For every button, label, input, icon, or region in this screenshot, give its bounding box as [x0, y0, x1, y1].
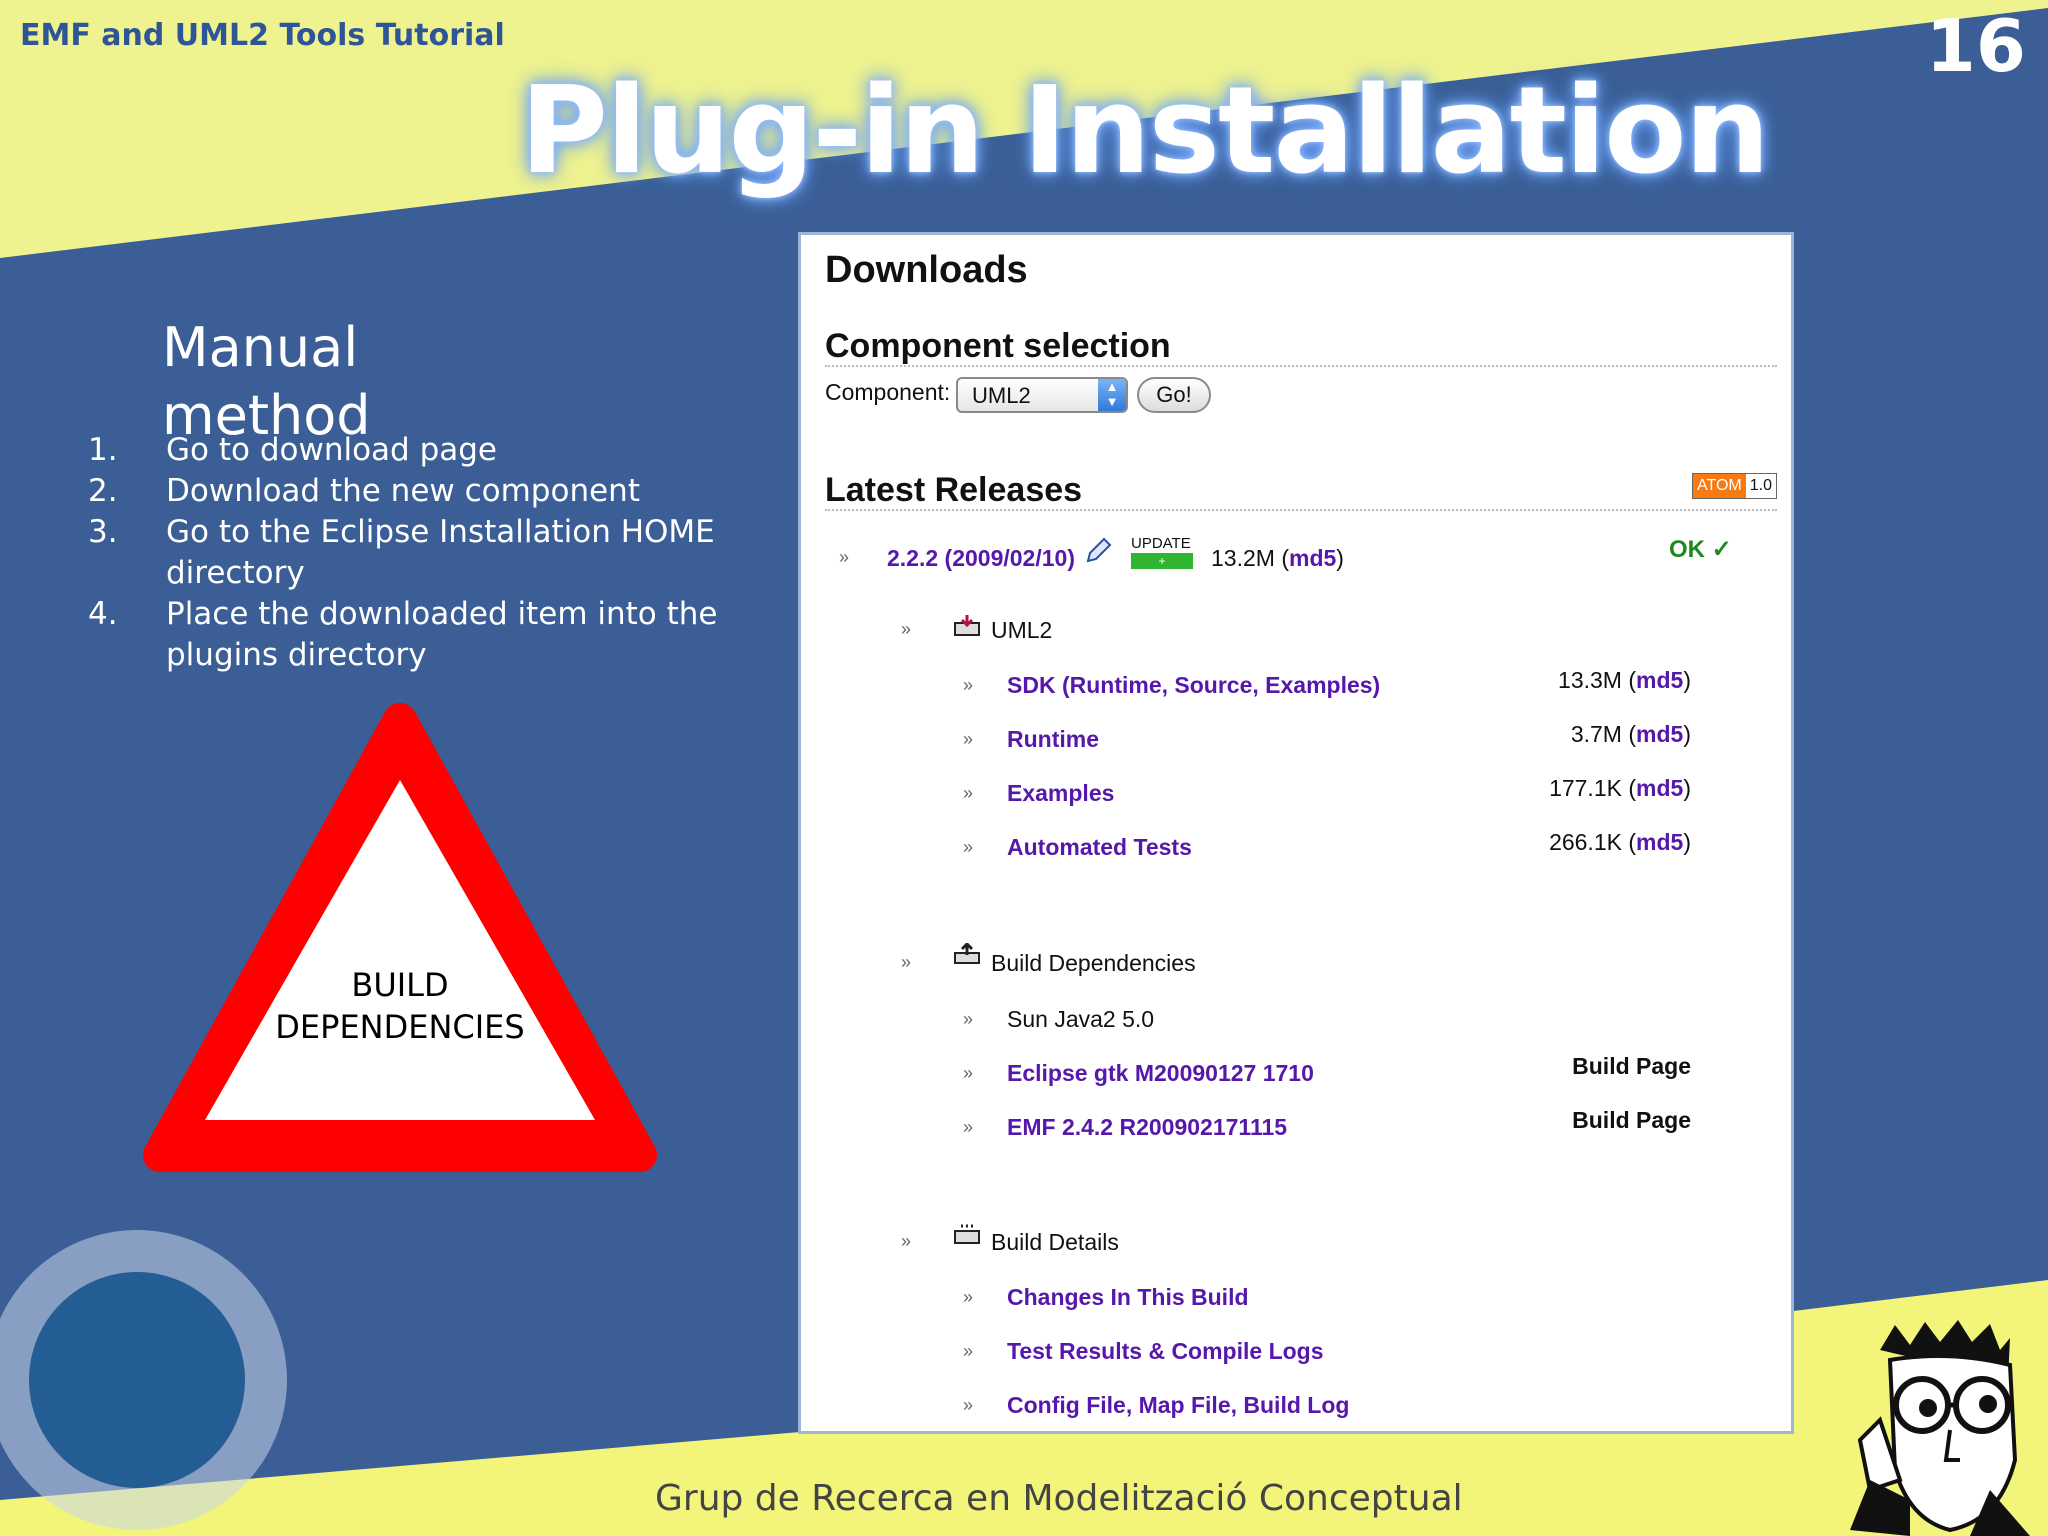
- runtime-link[interactable]: Runtime: [1007, 726, 1099, 753]
- file-size: 13.3M (md5): [1558, 667, 1691, 693]
- atom-label: ATOM: [1693, 474, 1746, 498]
- chevron-right-icon: »: [901, 952, 912, 972]
- pencil-icon: [1086, 537, 1112, 563]
- chevron-right-icon: »: [839, 547, 850, 567]
- size-value: 266.1K: [1549, 829, 1622, 855]
- automated-tests-link[interactable]: Automated Tests: [1007, 834, 1192, 861]
- file-size: 177.1K (md5): [1549, 775, 1691, 801]
- chevron-right-icon: »: [963, 1063, 974, 1083]
- details-package-icon: [954, 1224, 980, 1244]
- step-item: 2. Download the new component: [88, 471, 728, 512]
- update-label: UPDATE: [1131, 535, 1191, 552]
- select-arrows-icon: ▲ ▼: [1098, 379, 1126, 411]
- step-item: 4. Place the downloaded item into the plu…: [88, 594, 728, 676]
- status-ok: OK ✓: [1669, 536, 1732, 563]
- warning-text: BUILD DEPENDENCIES: [250, 964, 550, 1048]
- divider: [825, 509, 1777, 511]
- slide-number: 16: [1925, 4, 2026, 88]
- slide-title: Plug-in Installation: [520, 62, 1770, 201]
- file-size: 3.7M (md5): [1570, 721, 1691, 747]
- header-label: EMF and UML2 Tools Tutorial: [20, 18, 505, 53]
- component-selection-heading: Component selection: [825, 327, 1171, 365]
- md5-link[interactable]: md5: [1636, 667, 1683, 693]
- step-number: 3.: [88, 514, 118, 550]
- build-details-label: Build Details: [991, 1229, 1119, 1255]
- step-number: 2.: [88, 473, 118, 509]
- md5-link[interactable]: md5: [1289, 545, 1336, 571]
- build-page-link[interactable]: Build Page: [1572, 1053, 1691, 1080]
- downloads-title: Downloads: [825, 249, 1028, 291]
- chevron-right-icon: »: [963, 1395, 974, 1415]
- atom-version: 1.0: [1745, 474, 1776, 498]
- eclipse-dependency-link[interactable]: Eclipse gtk M20090127 1710: [1007, 1060, 1314, 1087]
- step-item: 3. Go to the Eclipse Installation HOME di…: [88, 512, 728, 594]
- component-label: Component:: [825, 379, 951, 405]
- md5-link[interactable]: md5: [1636, 775, 1683, 801]
- uml2-group-label: UML2: [991, 617, 1053, 643]
- step-text: Download the new component: [166, 473, 640, 509]
- go-button[interactable]: Go!: [1137, 377, 1211, 413]
- chevron-right-icon: »: [963, 729, 974, 749]
- chevron-right-icon: »: [963, 1287, 974, 1307]
- plus-icon: +: [1131, 553, 1193, 569]
- md5-link[interactable]: md5: [1636, 721, 1683, 747]
- chevron-right-icon: »: [963, 783, 974, 803]
- release-size-value: 13.2M: [1211, 545, 1275, 571]
- cartoon-character-icon: [1850, 1320, 2030, 1536]
- chevron-right-icon: »: [901, 619, 912, 639]
- steps-list: 1. Go to download page 2. Download the new…: [88, 430, 728, 676]
- release-size: 13.2M (md5): [1211, 545, 1344, 571]
- release-version-link[interactable]: 2.2.2 (2009/02/10): [887, 545, 1075, 572]
- build-dependencies-label: Build Dependencies: [991, 950, 1196, 976]
- step-item: 1. Go to download page: [88, 430, 728, 471]
- test-results-link[interactable]: Test Results & Compile Logs: [1007, 1338, 1324, 1365]
- chevron-right-icon: »: [963, 1117, 974, 1137]
- file-size: 266.1K (md5): [1549, 829, 1691, 855]
- component-select[interactable]: UML2 ▲ ▼: [956, 377, 1128, 413]
- chevron-right-icon: »: [963, 837, 974, 857]
- warning-triangle-icon: [143, 703, 657, 1172]
- dependency-item: Sun Java2 5.0: [1007, 1006, 1155, 1032]
- emf-dependency-link[interactable]: EMF 2.4.2 R200902171115: [1007, 1114, 1287, 1141]
- downloads-panel: Downloads Component selection Component:…: [798, 232, 1794, 1434]
- config-file-link[interactable]: Config File, Map File, Build Log: [1007, 1392, 1349, 1419]
- warning-line-2: DEPENDENCIES: [275, 1008, 525, 1046]
- package-icon: [954, 615, 980, 636]
- divider: [825, 365, 1777, 367]
- latest-releases-heading: Latest Releases: [825, 471, 1083, 509]
- chevron-right-icon: »: [963, 1009, 974, 1029]
- size-value: 3.7M: [1570, 721, 1622, 747]
- md5-link[interactable]: md5: [1636, 829, 1683, 855]
- sdk-link[interactable]: SDK (Runtime, Source, Examples): [1007, 672, 1380, 699]
- step-text: Go to download page: [166, 432, 497, 468]
- footer-text: Grup de Recerca en Modelització Conceptu…: [655, 1478, 1463, 1519]
- step-text: Place the downloaded item into the plugi…: [166, 596, 718, 673]
- warning-line-1: BUILD: [351, 966, 449, 1004]
- chevron-right-icon: »: [901, 1231, 912, 1251]
- build-page-link[interactable]: Build Page: [1572, 1107, 1691, 1134]
- component-select-value: UML2: [972, 383, 1031, 408]
- chevron-right-icon: »: [963, 675, 974, 695]
- examples-link[interactable]: Examples: [1007, 780, 1114, 807]
- size-value: 177.1K: [1549, 775, 1622, 801]
- atom-feed-badge[interactable]: ATOM 1.0: [1692, 473, 1777, 499]
- changes-link[interactable]: Changes In This Build: [1007, 1284, 1249, 1311]
- update-badge[interactable]: UPDATE +: [1131, 535, 1193, 573]
- step-number: 4.: [88, 596, 118, 632]
- chevron-right-icon: »: [963, 1341, 974, 1361]
- upload-package-icon: [954, 943, 980, 964]
- size-value: 13.3M: [1558, 667, 1622, 693]
- step-text: Go to the Eclipse Installation HOME dire…: [166, 514, 715, 591]
- step-number: 1.: [88, 432, 118, 468]
